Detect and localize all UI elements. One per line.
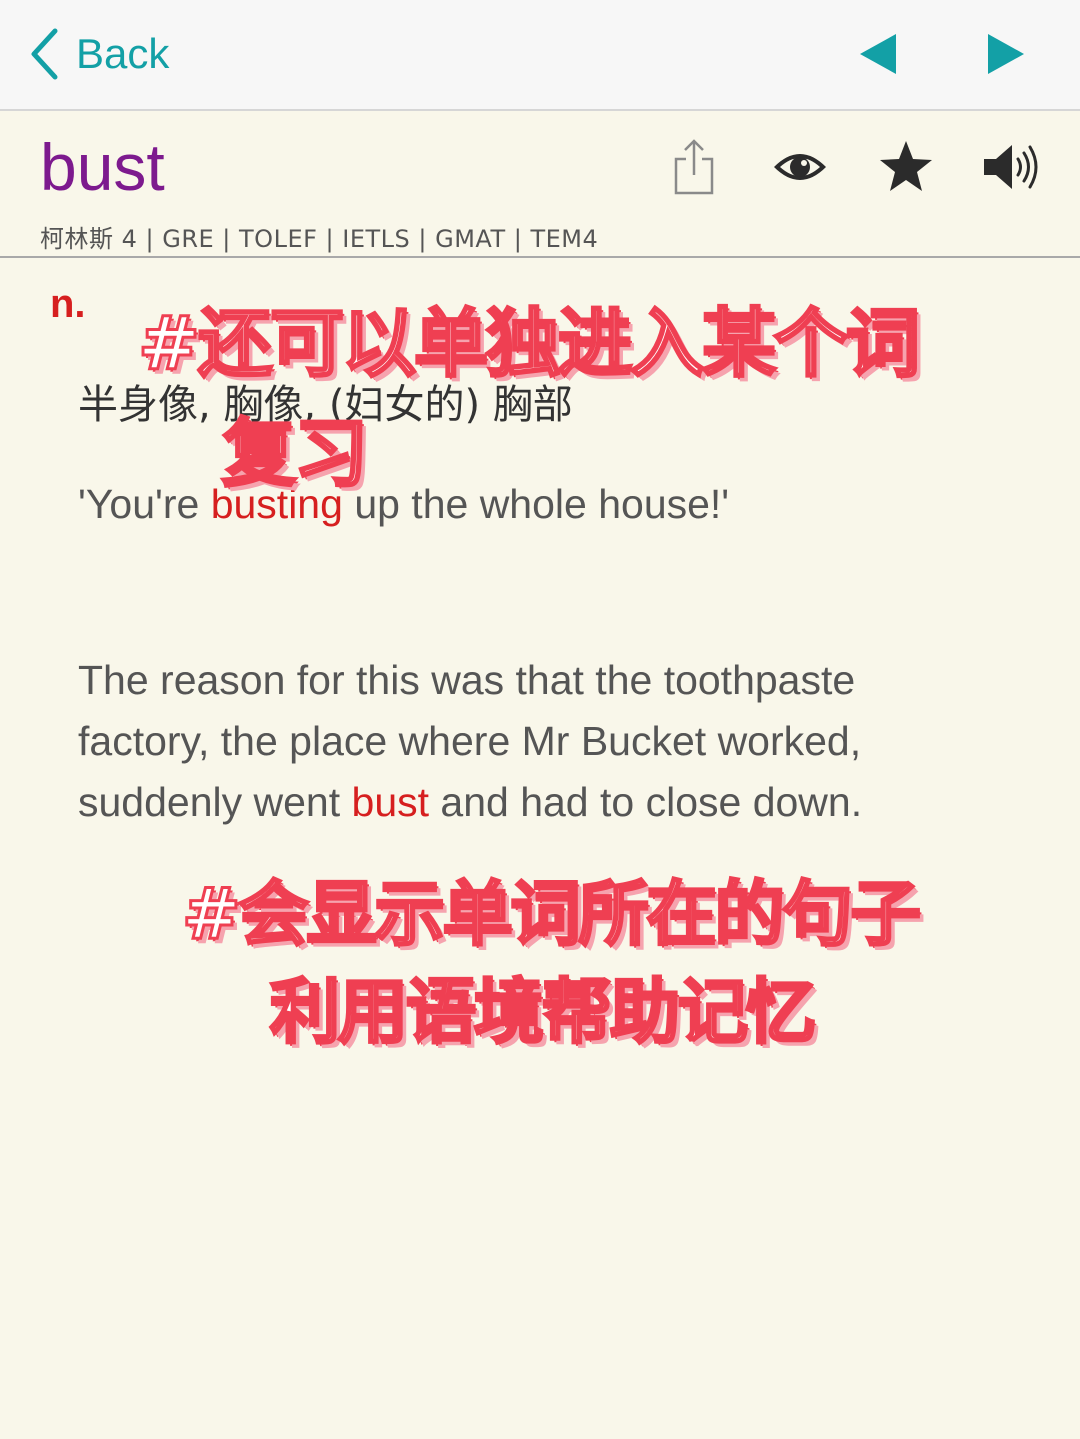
example-sentence: 'You're busting up the whole house!' xyxy=(78,474,978,535)
exam-tags: 柯林斯 4 | GRE | TOLEF | IETLS | GMAT | TEM… xyxy=(40,225,599,253)
word-header: bust 柯林斯 4 | GRE | TOLEF | IETLS | GMAT … xyxy=(0,111,1080,258)
highlighted-word: bust xyxy=(351,779,430,825)
chevron-left-icon xyxy=(28,26,60,82)
speaker-icon xyxy=(984,145,1038,189)
share-button[interactable] xyxy=(664,137,724,197)
previous-word-button[interactable] xyxy=(852,28,906,80)
triangle-left-icon xyxy=(860,34,896,74)
back-button[interactable]: Back xyxy=(28,22,169,86)
annotation-caption: 利用语境帮助记忆 xyxy=(269,970,818,1055)
share-icon xyxy=(674,139,714,195)
hide-meaning-button[interactable] xyxy=(770,137,830,197)
eye-icon xyxy=(774,154,826,180)
example-text: and had to close down. xyxy=(429,779,863,825)
annotation-caption: #还可以单独进入某个词 xyxy=(136,300,921,389)
example-sentence: The reason for this was that the toothpa… xyxy=(78,650,978,833)
navigation-bar: Back xyxy=(0,0,1080,111)
next-word-button[interactable] xyxy=(980,28,1034,80)
star-icon xyxy=(880,141,932,191)
example-text: up the whole house!' xyxy=(342,481,730,527)
headword: bust xyxy=(40,130,165,204)
annotation-caption: #会显示单词所在的句子 xyxy=(181,872,923,957)
annotation-caption: 复习 xyxy=(221,410,370,499)
favorite-button[interactable] xyxy=(876,137,936,197)
back-label: Back xyxy=(76,30,170,77)
example-text: 'You're xyxy=(78,481,211,527)
part-of-speech: n. xyxy=(50,282,86,326)
pronounce-button[interactable] xyxy=(980,137,1040,197)
triangle-right-icon xyxy=(988,34,1024,74)
